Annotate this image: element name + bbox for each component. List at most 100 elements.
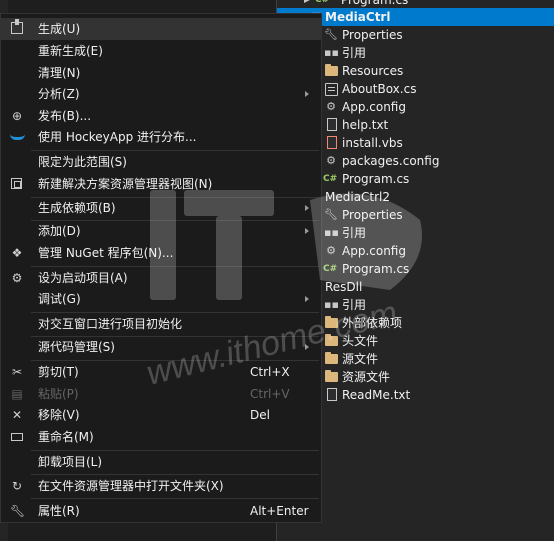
gear-icon: ⚙ xyxy=(11,271,23,285)
menu-item-label: 使用 HockeyApp 进行分布... xyxy=(38,130,197,144)
menu-item-manage-nuget[interactable]: ❖ 管理 NuGet 程序包(N)... xyxy=(1,242,321,264)
menu-item-clean[interactable]: 清理(N) xyxy=(1,62,321,84)
menu-item-build-dependencies[interactable]: 生成依赖项(B) xyxy=(1,197,321,219)
menu-item-cut[interactable]: ✂ 剪切(T) Ctrl+X xyxy=(1,361,321,383)
build-icon xyxy=(11,19,23,34)
config-file-icon: ⚙ xyxy=(326,100,336,113)
text-file-icon xyxy=(327,388,337,401)
menu-item-open-in-explorer[interactable]: ↻ 在文件资源管理器中打开文件夹(X) xyxy=(1,475,321,497)
tree-item-label: Program.cs xyxy=(342,262,410,276)
menu-item-publish[interactable]: ⊕ 发布(B)... xyxy=(1,105,321,127)
tree-item-label: help.txt xyxy=(342,118,389,132)
menu-item-label: 重命名(M) xyxy=(38,430,94,444)
tree-item-label: AboutBox.cs xyxy=(342,82,417,96)
menu-item-build[interactable]: 生成(U) xyxy=(1,18,321,40)
menu-item-unload-project[interactable]: 卸载项目(L) xyxy=(1,451,321,473)
rename-icon xyxy=(11,433,23,441)
menu-item-label: 卸载项目(L) xyxy=(38,455,103,469)
tree-item-label: Resources xyxy=(342,64,404,78)
menu-item-scope-to-this[interactable]: 限定为此范围(S) xyxy=(1,151,321,173)
tree-item-label: 源文件 xyxy=(342,352,379,366)
menu-item-label: 对交互窗口进行项目初始化 xyxy=(38,317,183,331)
tree-item-label: Properties xyxy=(342,28,403,42)
menu-separator xyxy=(31,498,319,499)
menu-item-shortcut: Alt+Enter xyxy=(250,504,309,518)
nuget-icon: ❖ xyxy=(11,246,23,260)
tree-item-label: Program.cs xyxy=(342,172,410,186)
tree-item-label: 引用 xyxy=(342,298,367,312)
menu-item-label: 在文件资源管理器中打开文件夹(X) xyxy=(38,479,224,493)
cs-file-icon: C# xyxy=(323,264,338,274)
menu-item-init-interactive[interactable]: 对交互窗口进行项目初始化 xyxy=(1,313,321,335)
menu-item-label: 剪切(T) xyxy=(38,365,79,379)
wrench-icon: 🔧︎ xyxy=(324,28,338,41)
wrench-icon: 🔧︎ xyxy=(10,504,26,518)
menu-item-hockeyapp[interactable]: 使用 HockeyApp 进行分布... xyxy=(1,126,321,148)
menu-item-label: 粘贴(P) xyxy=(38,387,79,401)
menu-item-label: 生成(U) xyxy=(38,22,81,36)
cs-file-icon: C# xyxy=(323,174,338,184)
folder-icon xyxy=(325,352,338,364)
menu-item-analyze[interactable]: 分析(Z) xyxy=(1,83,321,105)
menu-item-rename[interactable]: 重命名(M) xyxy=(1,426,321,448)
open-folder-arrow-icon: ↻ xyxy=(11,479,23,493)
wrench-icon: 🔧︎ xyxy=(324,208,338,221)
script-file-icon xyxy=(327,136,337,149)
tree-item-label: 资源文件 xyxy=(342,370,391,384)
hockeyapp-icon xyxy=(10,134,25,140)
tree-item-label: App.config xyxy=(342,100,406,114)
folder-icon xyxy=(325,316,338,328)
submenu-arrow-icon xyxy=(305,205,309,211)
menu-item-label: 发布(B)... xyxy=(38,109,92,123)
menu-item-label: 管理 NuGet 程序包(N)... xyxy=(38,246,174,260)
form-file-icon xyxy=(325,83,338,96)
config-file-icon: ⚙ xyxy=(326,154,336,167)
menu-item-label: 源代码管理(S) xyxy=(38,340,115,354)
references-icon: ▪▪ xyxy=(324,46,339,59)
menu-item-label: 限定为此范围(S) xyxy=(38,155,127,169)
menu-item-set-startup[interactable]: ⚙ 设为启动项目(A) xyxy=(1,267,321,289)
menu-item-rebuild[interactable]: 重新生成(E) xyxy=(1,40,321,62)
tree-item-label: MediaCtrl xyxy=(325,10,391,24)
menu-item-shortcut: Ctrl+V xyxy=(250,387,290,401)
menu-item-label: 分析(Z) xyxy=(38,87,80,101)
tree-item-label: packages.config xyxy=(342,154,440,168)
tree-item-label: 头文件 xyxy=(342,334,379,348)
menu-item-label: 移除(V) xyxy=(38,408,80,422)
references-icon: ▪▪ xyxy=(324,226,339,239)
menu-item-new-explorer-view[interactable]: 新建解决方案资源管理器视图(N) xyxy=(1,173,321,195)
text-file-icon xyxy=(327,118,337,131)
menu-item-add[interactable]: 添加(D) xyxy=(1,220,321,242)
folder-icon xyxy=(325,334,338,346)
menu-item-shortcut: Ctrl+X xyxy=(250,365,290,379)
menu-item-properties[interactable]: 🔧︎ 属性(R) Alt+Enter xyxy=(1,500,321,522)
menu-item-label: 清理(N) xyxy=(38,66,81,80)
menu-item-label: 新建解决方案资源管理器视图(N) xyxy=(38,177,213,191)
paste-icon: ▤ xyxy=(11,387,23,401)
new-view-icon xyxy=(11,178,22,189)
tree-item-label: Properties xyxy=(342,208,403,222)
menu-item-label: 调试(G) xyxy=(38,292,81,306)
submenu-arrow-icon xyxy=(305,228,309,234)
context-menu: 生成(U) 重新生成(E) 清理(N) 分析(Z) ⊕ 发布(B)... 使用 … xyxy=(0,13,322,523)
folder-icon xyxy=(325,370,338,382)
tree-item-label: MediaCtrl2 xyxy=(325,190,391,204)
tree-item-label: 引用 xyxy=(342,46,367,60)
menu-item-debug[interactable]: 调试(G) xyxy=(1,288,321,310)
submenu-arrow-icon xyxy=(305,344,309,350)
tree-item-label: 引用 xyxy=(342,226,367,240)
references-icon: ▪▪ xyxy=(324,298,339,311)
menu-item-paste[interactable]: ▤ 粘贴(P) Ctrl+V xyxy=(1,383,321,405)
menu-item-source-control[interactable]: 源代码管理(S) xyxy=(1,336,321,358)
menu-item-shortcut: Del xyxy=(250,408,270,422)
scissors-icon: ✂ xyxy=(11,365,23,379)
menu-item-label: 设为启动项目(A) xyxy=(38,271,128,285)
remove-x-icon: ✕ xyxy=(11,408,23,422)
menu-item-label: 重新生成(E) xyxy=(38,44,103,58)
menu-item-label: 添加(D) xyxy=(38,224,81,238)
submenu-arrow-icon xyxy=(305,296,309,302)
menu-item-remove[interactable]: ✕ 移除(V) Del xyxy=(1,404,321,426)
tree-item-label: ResDll xyxy=(325,280,363,294)
submenu-arrow-icon xyxy=(305,91,309,97)
menu-item-label: 生成依赖项(B) xyxy=(38,201,116,215)
